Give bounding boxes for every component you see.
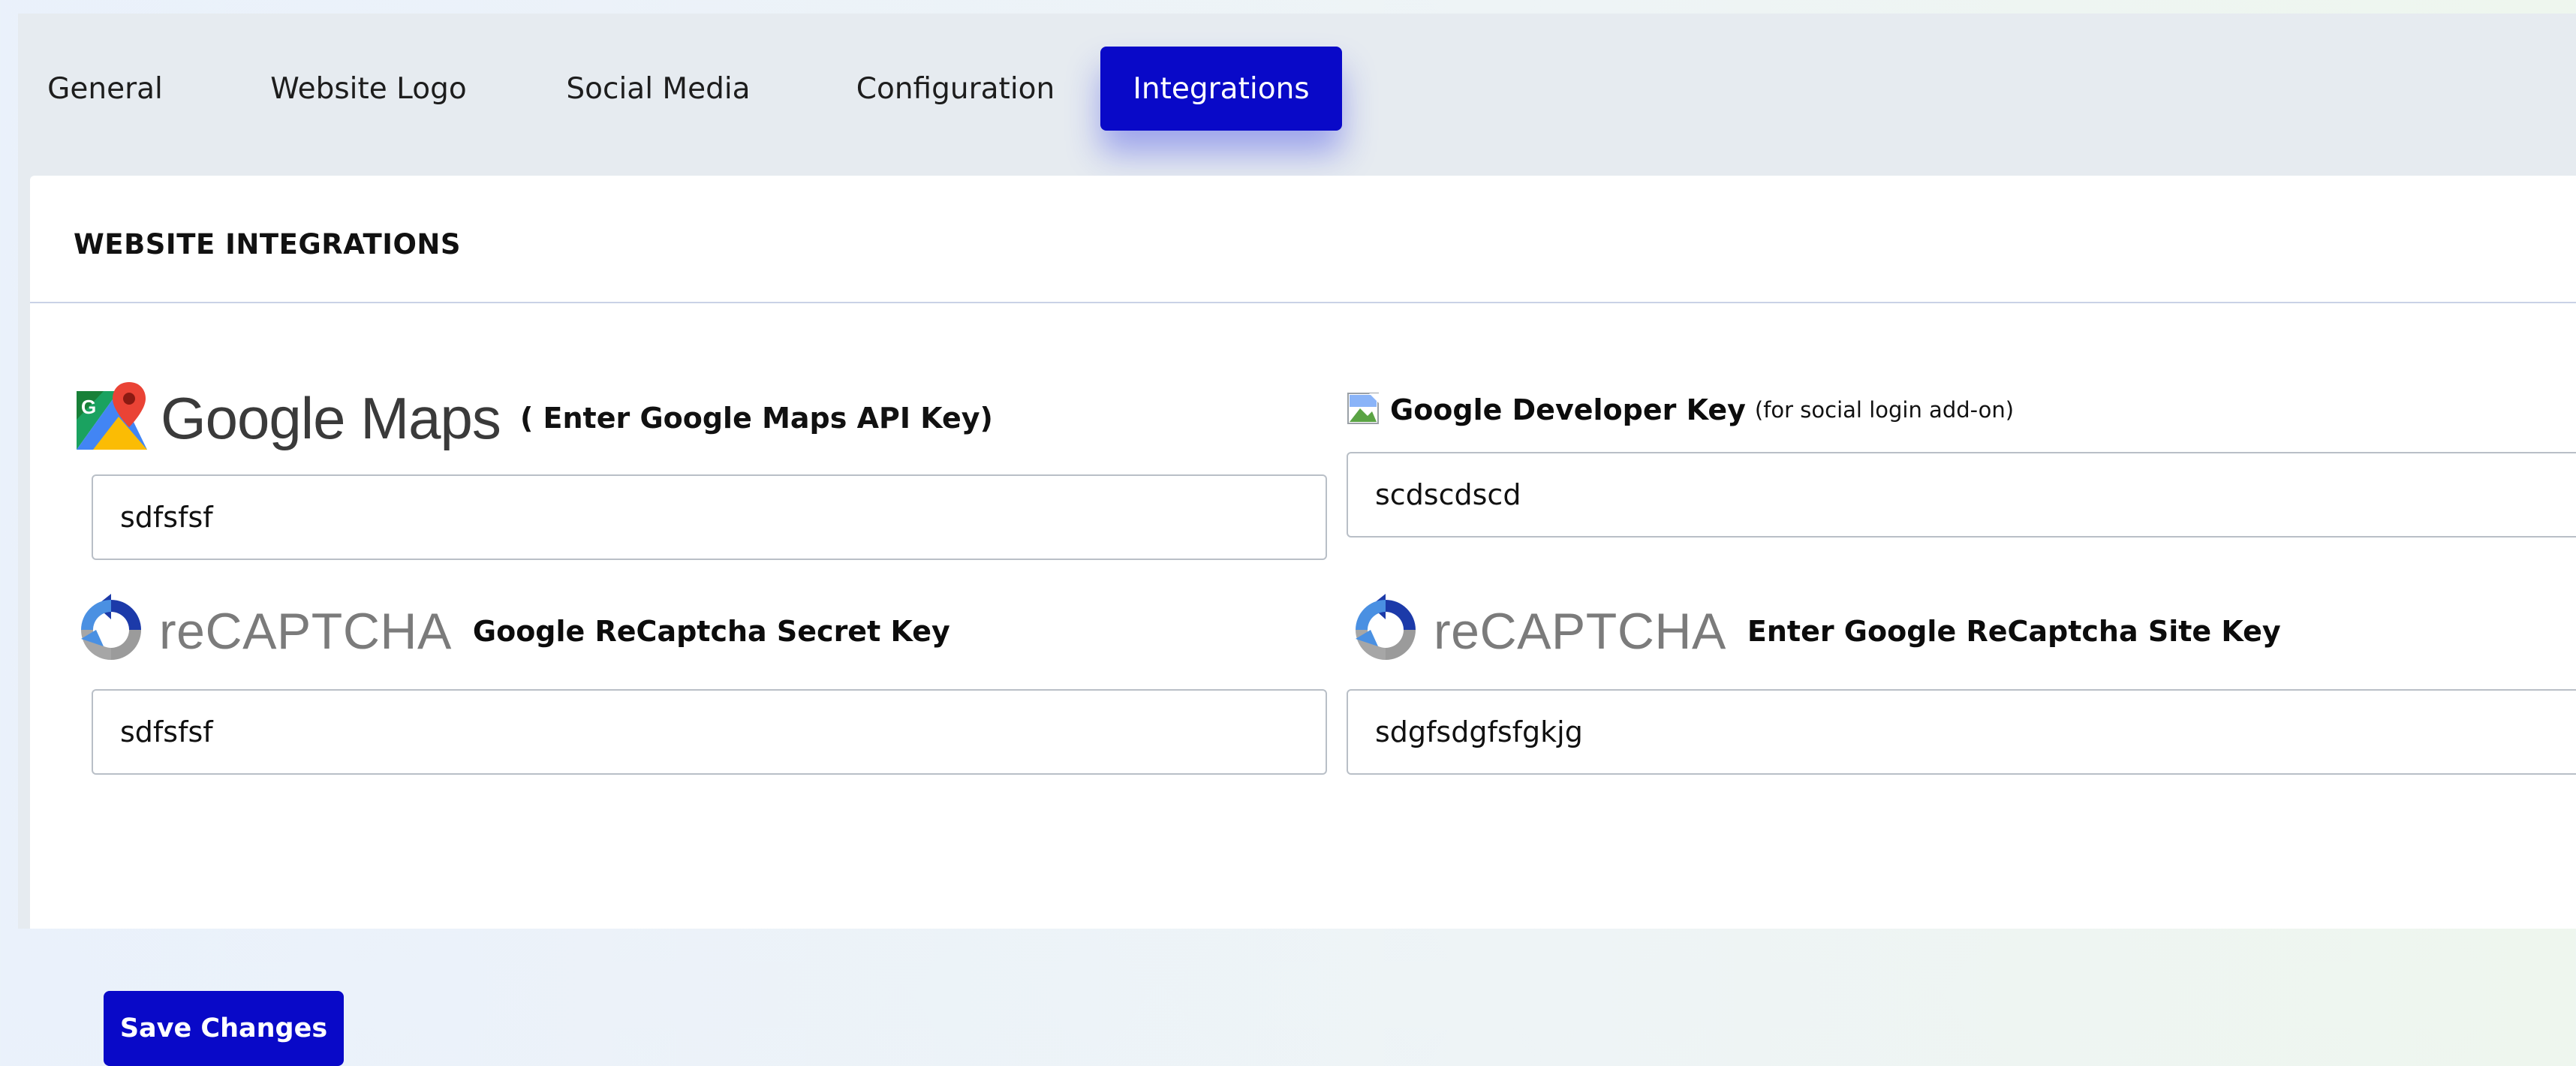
recaptcha-wordmark: reCAPTCHA xyxy=(159,603,452,660)
recaptcha-icon xyxy=(74,594,149,669)
recaptcha-wordmark: reCAPTCHA xyxy=(1434,603,1726,660)
recaptcha-site-label-row: reCAPTCHA Enter Google ReCaptcha Site Ke… xyxy=(1348,590,2281,673)
broken-image-icon xyxy=(1347,390,1384,429)
recaptcha-site-label: Enter Google ReCaptcha Site Key xyxy=(1747,615,2281,648)
card-title: WEBSITE INTEGRATIONS xyxy=(74,228,462,260)
tab-configuration[interactable]: Configuration xyxy=(842,47,1069,131)
tab-social-media[interactable]: Social Media xyxy=(563,47,754,131)
google-developer-label: Google Developer Key xyxy=(1390,393,1746,426)
svg-text:G: G xyxy=(81,396,96,418)
save-changes-button[interactable]: Save Changes xyxy=(104,991,344,1066)
tab-general[interactable]: General xyxy=(47,47,163,131)
tab-website-logo[interactable]: Website Logo xyxy=(269,47,468,131)
settings-panel: General Website Logo Social Media Config… xyxy=(18,14,2576,1066)
google-maps-wordmark: Google Maps xyxy=(161,384,501,451)
card-header: WEBSITE INTEGRATIONS xyxy=(30,176,2576,303)
settings-tabs: General Website Logo Social Media Config… xyxy=(18,14,2576,176)
google-maps-label-row: G Google Maps ( Enter Google Maps API Ke… xyxy=(74,377,993,459)
google-maps-icon: G xyxy=(74,381,152,456)
recaptcha-secret-key-input[interactable] xyxy=(92,689,1327,775)
google-developer-label-row: Google Developer Key (for social login a… xyxy=(1347,387,2014,432)
recaptcha-icon xyxy=(1348,594,1423,669)
google-developer-note: (for social login add-on) xyxy=(1754,397,2015,423)
google-developer-key-input[interactable] xyxy=(1347,452,2576,538)
google-maps-label: ( Enter Google Maps API Key) xyxy=(519,402,993,435)
recaptcha-site-key-input[interactable] xyxy=(1347,689,2576,775)
recaptcha-secret-label-row: reCAPTCHA Google ReCaptcha Secret Key xyxy=(74,590,950,673)
google-maps-api-key-input[interactable] xyxy=(92,474,1327,560)
recaptcha-secret-label: Google ReCaptcha Secret Key xyxy=(472,615,950,648)
tab-integrations[interactable]: Integrations xyxy=(1100,47,1342,131)
integrations-card: WEBSITE INTEGRATIONS G Google Maps ( Ent… xyxy=(30,176,2576,1066)
